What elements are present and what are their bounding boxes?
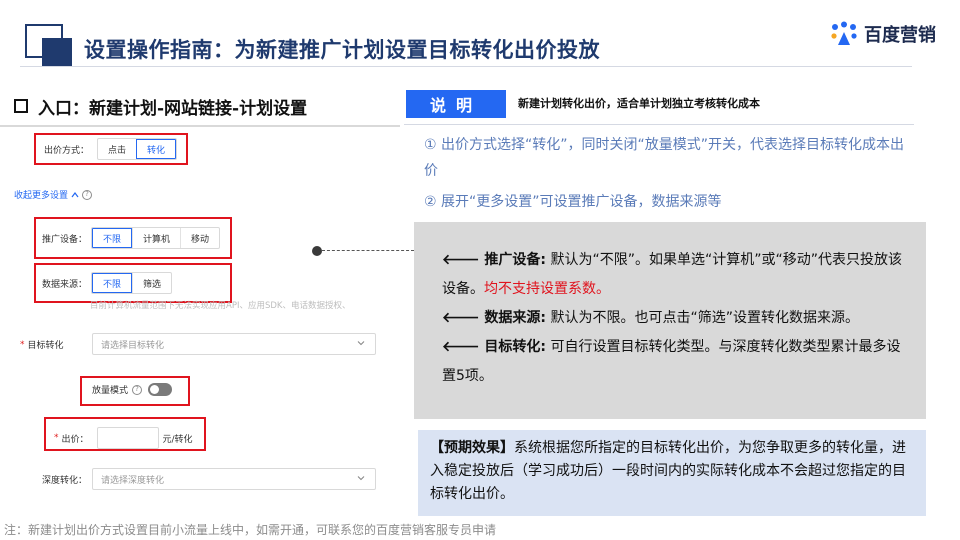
target-conversion-select[interactable]: 请选择目标转化 [92, 333, 376, 355]
device-detail-warning: 均不支持设置系数。 [484, 281, 610, 297]
deep-conversion-row: 深度转化： [42, 473, 87, 486]
deep-conversion-placeholder: 请选择深度转化 [101, 475, 165, 486]
highlight-box-data-source [34, 263, 232, 303]
entry-heading: 入口：新建计划-网站链接-计划设置 [14, 92, 307, 120]
left-arrow-icon: 🡐 [442, 339, 485, 355]
device-detail-key: 推广设备: [484, 252, 547, 268]
deep-conversion-select[interactable]: 请选择深度转化 [92, 468, 376, 490]
source-detail-text: 默认为不限。也可点击“筛选”设置转化数据来源。 [546, 310, 859, 326]
left-arrow-icon: 🡐 [442, 310, 485, 326]
data-source-hint: 目前计算机流量范围下无法实现应用API、应用SDK、电话数据授权、 [90, 301, 351, 311]
explain-headline: 新建计划转化出价，适合单计划独立考核转化成本 [518, 97, 760, 110]
highlight-box-bid [44, 417, 206, 451]
title-divider [20, 66, 912, 67]
highlight-box-device [34, 217, 232, 259]
expected-effect-key: 【预期效果】 [430, 440, 514, 456]
baidu-logo-icon [831, 21, 857, 45]
details-panel: 🡐 推广设备: 默认为“不限”。如果单选“计算机”或“移动”代表只投放该设备。均… [414, 222, 926, 419]
title-deco-fill [42, 38, 72, 66]
question-icon[interactable]: ? [82, 189, 93, 200]
target-conversion-row: * 目标转化 [20, 338, 64, 352]
collapse-more-settings-link[interactable]: 收起更多设置 ? [14, 188, 93, 201]
entry-label: 入口：新建计划-网站链接-计划设置 [38, 98, 308, 119]
target-conversion-label: 目标转化 [27, 341, 64, 351]
highlight-box-volume-mode [80, 376, 190, 406]
brand-logo: 百度营销 [830, 20, 936, 48]
explain-point-1: ① 出价方式选择“转化”，同时关闭“放量模式”开关，代表选择目标转化成本出价 [424, 137, 905, 179]
target-detail-key: 目标转化: [484, 339, 547, 355]
connector-dash [322, 250, 414, 251]
explain-divider [404, 124, 914, 125]
footnote: 注：新建计划出价方式设置目前小流量上线中，如需开通，可联系您的百度营销客服专员申… [4, 523, 497, 537]
highlight-box-bid-method [34, 133, 188, 165]
chevron-up-icon [71, 191, 79, 197]
logo-text: 百度营销 [864, 25, 936, 46]
source-detail-key: 数据来源: [484, 310, 547, 326]
collapse-link-text: 收起更多设置 [14, 191, 69, 201]
expected-effect-panel: 【预期效果】系统根据您所指定的目标转化出价，为您争取更多的转化量，进入稳定投放后… [418, 430, 926, 516]
square-bullet-icon [14, 99, 28, 113]
explain-point-2: ② 展开“更多设置”可设置推广设备，数据来源等 [424, 194, 722, 210]
left-arrow-icon: 🡐 [442, 252, 485, 268]
campaign-settings-form: 出价方式： 点击 转化 收起更多设置 ? 推广设备： 不限 计算机 移动 数据来… [0, 127, 402, 520]
target-detail: 🡐 目标转化: 可自行设置目标转化类型。与深度转化数类型累计最多设置5项。 [442, 333, 912, 391]
page-title: 设置操作指南：为新建推广计划设置目标转化出价投放 [84, 38, 600, 62]
explain-tag-text: 说明 [429, 96, 482, 115]
source-detail: 🡐 数据来源: 默认为不限。也可点击“筛选”设置转化数据来源。 [442, 304, 912, 333]
connector-dot [312, 246, 322, 256]
deep-conversion-label: 深度转化： [42, 476, 88, 486]
required-asterisk: * [20, 339, 25, 350]
chevron-down-icon [357, 341, 365, 346]
explain-tag: 说明 [406, 90, 506, 118]
device-detail: 🡐 推广设备: 默认为“不限”。如果单选“计算机”或“移动”代表只投放该设备。均… [442, 246, 912, 304]
chevron-down-icon [357, 476, 365, 481]
target-conversion-placeholder: 请选择目标转化 [101, 340, 165, 351]
